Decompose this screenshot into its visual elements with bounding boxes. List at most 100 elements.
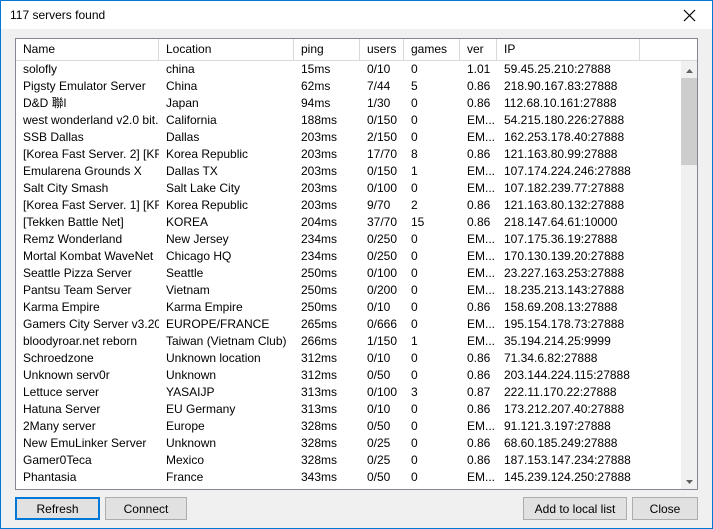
cell-users: 0/10 (367, 300, 391, 314)
cell-games: 3 (411, 385, 418, 399)
cell-games: 0 (411, 300, 418, 314)
cell-games: 0 (411, 62, 418, 76)
table-row[interactable]: Phantasia France 343ms 0/50 0 EM... 145.239.12… (16, 469, 680, 486)
cell-ver: 1.01 (467, 62, 491, 76)
cell-location: Unknown (166, 368, 217, 382)
chevron-up-icon (685, 61, 694, 79)
cell-ping: 203ms (301, 164, 338, 178)
table-row[interactable]: Pigsty Emulator Server China 62ms 7/44 5 0.86… (16, 78, 680, 95)
cell-ping: 250ms (301, 300, 338, 314)
cell-games: 0 (411, 232, 418, 246)
cell-ver: 0.86 (467, 402, 491, 416)
cell-ip: 107.175.36.19:27888 (504, 232, 618, 246)
vertical-scrollbar[interactable] (680, 61, 697, 489)
cell-ip: 54.215.180.226:27888 (504, 113, 625, 127)
cell-users: 9/70 (367, 198, 391, 212)
cell-ip: 112.68.10.161:27888 (504, 96, 617, 110)
table-row[interactable]: Emularena Grounds X Dallas TX 203ms 0/150 1 E… (16, 163, 680, 180)
cell-name: Gamer0Teca (23, 453, 92, 467)
refresh-button[interactable]: Refresh (15, 497, 100, 520)
cell-users: 0/100 (367, 266, 398, 280)
column-header-users[interactable]: users (360, 39, 404, 60)
cell-ip: 107.174.224.246:27888 (504, 164, 631, 178)
cell-ping: 203ms (301, 198, 338, 212)
close-window-button[interactable] (667, 1, 712, 29)
table-row[interactable]: Unknown serv0r Unknown 312ms 0/50 0 0.86 203.1… (16, 367, 680, 384)
column-header-name[interactable]: Name (16, 39, 159, 60)
cell-name: west wonderland v2.0 bit... (23, 113, 159, 127)
cell-games: 0 (411, 351, 418, 365)
cell-users: 0/25 (367, 436, 391, 450)
cell-games: 0 (411, 130, 418, 144)
cell-games: 0 (411, 436, 418, 450)
table-row[interactable]: [Korea Fast Server. 1] [KF... Korea Repub… (16, 197, 680, 214)
table-row[interactable]: Gamer0Teca Mexico 328ms 0/25 0 0.86 187.153.14… (16, 452, 680, 469)
cell-ping: 328ms (301, 419, 338, 433)
cell-users: 17/70 (367, 147, 398, 161)
cell-users: 0/10 (367, 62, 391, 76)
cell-ver: 0.86 (467, 79, 491, 93)
cell-ping: 328ms (301, 436, 338, 450)
cell-location: Vietnam (166, 283, 210, 297)
cell-name: [Korea Fast Server. 2] [KF... (23, 147, 159, 161)
cell-ip: 59.45.25.210:27888 (504, 62, 611, 76)
cell-name: Emularena Grounds X (23, 164, 142, 178)
cell-ver: EM... (467, 419, 496, 433)
table-row[interactable]: Karma Empire Karma Empire 250ms 0/10 0 0.86 15… (16, 299, 680, 316)
cell-ping: 188ms (301, 113, 338, 127)
title-bar: 117 servers found (1, 1, 712, 29)
cell-ip: 203.144.224.115:27888 (504, 368, 630, 382)
table-row[interactable]: Remz Wonderland New Jersey 234ms 0/250 0 EM..… (16, 231, 680, 248)
column-header-location[interactable]: Location (159, 39, 294, 60)
column-header-ip[interactable]: IP (497, 39, 640, 60)
cell-ver: EM... (467, 249, 496, 263)
chevron-down-icon (685, 472, 694, 490)
cell-name: [Tekken Battle Net] (23, 215, 124, 229)
scroll-down-button[interactable] (681, 472, 697, 489)
table-row[interactable]: bloodyroar.net reborn Taiwan (Vietnam Clu… (16, 333, 680, 350)
cell-ver: 0.86 (467, 453, 491, 467)
cell-users: 1/30 (367, 96, 391, 110)
cell-users: 0/150 (367, 113, 398, 127)
table-row[interactable]: SSB Dallas Dallas 203ms 2/150 0 EM... 162.253.… (16, 129, 680, 146)
cell-ver: 0.86 (467, 198, 491, 212)
scrollbar-thumb[interactable] (681, 78, 697, 165)
server-list[interactable]: Name Location ping users games ver IP so… (15, 38, 698, 490)
connect-button[interactable]: Connect (105, 497, 187, 520)
table-row[interactable]: solofly china 15ms 0/10 0 1.01 59.45.25.210:27… (16, 61, 680, 78)
scroll-up-button[interactable] (681, 61, 697, 78)
cell-ping: 203ms (301, 181, 338, 195)
cell-ip: 121.163.80.132:27888 (504, 198, 625, 212)
cell-games: 0 (411, 181, 418, 195)
table-row[interactable]: Salt City Smash Salt Lake City 203ms 0/100 0… (16, 180, 680, 197)
cell-name: Karma Empire (23, 300, 100, 314)
table-row[interactable]: Mortal Kombat WaveNet Chicago HQ 234ms 0/25… (16, 248, 680, 265)
column-header-games[interactable]: games (404, 39, 460, 60)
column-header-ver[interactable]: ver (460, 39, 497, 60)
close-button[interactable]: Close (632, 497, 698, 520)
table-row[interactable]: Gamers City Server v3.2018 EUROPE/FRANCE 2… (16, 316, 680, 333)
cell-ver: EM... (467, 283, 496, 297)
server-list-rows: solofly china 15ms 0/10 0 1.01 59.45.25.210:27… (16, 61, 680, 486)
table-row[interactable]: New EmuLinker Server Unknown 328ms 0/25 0 0.8… (16, 435, 680, 452)
add-to-local-list-button[interactable]: Add to local list (523, 497, 627, 520)
table-row[interactable]: D&D 聯l Japan 94ms 1/30 0 0.86 112.68.10.161:27… (16, 95, 680, 112)
cell-ip: 91.121.3.197:27888 (504, 419, 611, 433)
table-row[interactable]: Schroedzone Unknown location 312ms 0/10 0 0.8… (16, 350, 680, 367)
cell-users: 0/50 (367, 368, 391, 382)
cell-ping: 15ms (301, 62, 331, 76)
table-row[interactable]: Hatuna Server EU Germany 313ms 0/10 0 0.86 173… (16, 401, 680, 418)
column-header-ping[interactable]: ping (294, 39, 360, 60)
cell-ver: 0.86 (467, 436, 491, 450)
table-row[interactable]: Seattle Pizza Server Seattle 250ms 0/100 0 EM… (16, 265, 680, 282)
cell-ping: 265ms (301, 317, 338, 331)
cell-location: Korea Republic (166, 198, 249, 212)
table-row[interactable]: [Korea Fast Server. 2] [KF... Korea Repub… (16, 146, 680, 163)
cell-ver: 0.86 (467, 147, 491, 161)
table-row[interactable]: [Tekken Battle Net] KOREA 204ms 37/70 15 0.86… (16, 214, 680, 231)
table-row[interactable]: 2Many server Europe 328ms 0/50 0 EM... 91.121.… (16, 418, 680, 435)
table-row[interactable]: Lettuce server YASAIJP 313ms 0/100 3 0.87 222.… (16, 384, 680, 401)
table-row[interactable]: Pantsu Team Server Vietnam 250ms 0/200 0 EM..… (16, 282, 680, 299)
table-row[interactable]: west wonderland v2.0 bit... California 188… (16, 112, 680, 129)
cell-ip: 173.212.207.40:27888 (504, 402, 625, 416)
